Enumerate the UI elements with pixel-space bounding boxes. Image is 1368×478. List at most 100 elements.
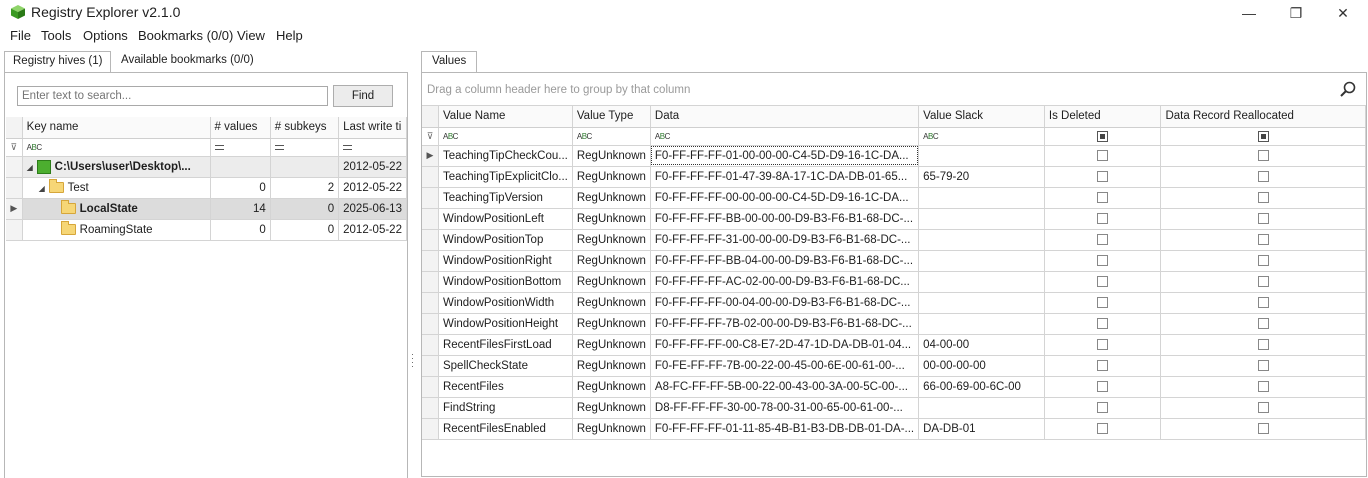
value-name-cell[interactable]: TeachingTipVersion bbox=[438, 187, 573, 209]
column-values[interactable]: # values bbox=[210, 117, 271, 139]
column-value-type[interactable]: Value Type bbox=[572, 106, 651, 128]
is-deleted-checkbox[interactable] bbox=[1097, 212, 1109, 224]
value-row[interactable]: TeachingTipVersion RegUnknown F0-FF-FF-FF-… bbox=[422, 187, 1366, 209]
value-slack-cell[interactable] bbox=[918, 208, 1045, 230]
data-cell[interactable]: F0-FF-FF-FF-01-47-39-8A-17-1C-DA-DB-01-6… bbox=[650, 166, 920, 188]
value-type-cell[interactable]: RegUnknown bbox=[572, 166, 651, 188]
tab-registry-hives[interactable]: Registry hives (1) bbox=[4, 51, 112, 72]
is-deleted-checkbox[interactable] bbox=[1097, 233, 1109, 245]
value-type-cell[interactable]: RegUnknown bbox=[572, 292, 651, 314]
value-name-cell[interactable]: WindowPositionBottom bbox=[438, 271, 573, 293]
is-deleted-cell[interactable] bbox=[1044, 145, 1162, 167]
value-name-cell[interactable]: WindowPositionWidth bbox=[438, 292, 573, 314]
search-icon[interactable] bbox=[1340, 81, 1356, 97]
value-slack-cell[interactable] bbox=[918, 271, 1045, 293]
data-record-reallocated-cell[interactable] bbox=[1160, 166, 1366, 188]
value-row[interactable]: TeachingTipExplicitClo... RegUnknown F0-FF… bbox=[422, 166, 1366, 188]
data-record-reallocated-cell[interactable] bbox=[1160, 376, 1366, 398]
data-cell[interactable]: F0-FF-FF-FF-31-00-00-00-D9-B3-F6-B1-68-D… bbox=[650, 229, 920, 251]
data-record-reallocated-cell[interactable] bbox=[1160, 271, 1366, 293]
value-type-cell[interactable]: RegUnknown bbox=[572, 376, 651, 398]
data-record-reallocated-cell[interactable] bbox=[1160, 355, 1366, 377]
filter-values[interactable] bbox=[210, 138, 271, 157]
find-button[interactable]: Find bbox=[333, 85, 393, 107]
panel-splitter-handle[interactable]: · · · · bbox=[411, 350, 415, 371]
value-name-cell[interactable]: TeachingTipExplicitClo... bbox=[438, 166, 573, 188]
column-data[interactable]: Data bbox=[650, 106, 920, 128]
value-type-cell[interactable]: RegUnknown bbox=[572, 145, 651, 167]
filter-last-write[interactable] bbox=[338, 138, 407, 157]
is-deleted-cell[interactable] bbox=[1044, 334, 1162, 356]
value-slack-cell[interactable]: DA-DB-01 bbox=[918, 418, 1045, 440]
data-cell[interactable]: F0-FF-FF-FF-01-00-00-00-C4-5D-D9-16-1C-D… bbox=[650, 145, 920, 167]
is-deleted-cell[interactable] bbox=[1044, 187, 1162, 209]
is-deleted-cell[interactable] bbox=[1044, 271, 1162, 293]
value-row[interactable]: RecentFilesEnabled RegUnknown F0-FF-FF-FF-… bbox=[422, 418, 1366, 440]
value-row[interactable]: ▶ TeachingTipCheckCou... RegUnknown F0-FF-F… bbox=[422, 145, 1366, 167]
is-deleted-checkbox[interactable] bbox=[1097, 422, 1109, 434]
data-cell[interactable]: F0-FE-FF-FF-7B-00-22-00-45-00-6E-00-61-0… bbox=[650, 355, 920, 377]
value-row[interactable]: WindowPositionRight RegUnknown F0-FF-FF-FF… bbox=[422, 250, 1366, 272]
tab-available-bookmarks[interactable]: Available bookmarks (0/0) bbox=[113, 51, 262, 72]
column-is-deleted[interactable]: Is Deleted bbox=[1044, 106, 1162, 128]
data-record-reallocated-cell[interactable] bbox=[1160, 334, 1366, 356]
data-cell[interactable]: F0-FF-FF-FF-00-00-00-00-C4-5D-D9-16-1C-D… bbox=[650, 187, 920, 209]
is-deleted-cell[interactable] bbox=[1044, 292, 1162, 314]
value-slack-cell[interactable] bbox=[918, 397, 1045, 419]
is-deleted-cell[interactable] bbox=[1044, 229, 1162, 251]
close-button[interactable]: ✕ bbox=[1320, 0, 1366, 26]
filter-data[interactable]: ABC bbox=[650, 127, 920, 146]
value-type-cell[interactable]: RegUnknown bbox=[572, 313, 651, 335]
value-name-cell[interactable]: RecentFiles bbox=[438, 376, 573, 398]
filter-key-name[interactable]: ABC bbox=[22, 138, 211, 157]
data-cell[interactable]: D8-FF-FF-FF-30-00-78-00-31-00-65-00-61-0… bbox=[650, 397, 920, 419]
filter-is-deleted[interactable] bbox=[1044, 127, 1162, 146]
indeterminate-checkbox[interactable] bbox=[1097, 130, 1109, 142]
group-by-panel[interactable]: Drag a column header here to group by th… bbox=[422, 73, 1366, 106]
menu-help[interactable]: Help bbox=[276, 28, 303, 43]
data-record-reallocated-checkbox[interactable] bbox=[1257, 233, 1269, 245]
column-value-slack[interactable]: Value Slack bbox=[918, 106, 1045, 128]
data-cell[interactable]: F0-FF-FF-FF-00-C8-E7-2D-47-1D-DA-DB-01-0… bbox=[650, 334, 920, 356]
value-type-cell[interactable]: RegUnknown bbox=[572, 397, 651, 419]
is-deleted-checkbox[interactable] bbox=[1097, 338, 1109, 350]
data-record-reallocated-cell[interactable] bbox=[1160, 229, 1366, 251]
is-deleted-cell[interactable] bbox=[1044, 418, 1162, 440]
is-deleted-checkbox[interactable] bbox=[1097, 296, 1109, 308]
value-row[interactable]: FindString RegUnknown D8-FF-FF-FF-30-00-78… bbox=[422, 397, 1366, 419]
value-row[interactable]: WindowPositionLeft RegUnknown F0-FF-FF-FF-… bbox=[422, 208, 1366, 230]
is-deleted-checkbox[interactable] bbox=[1097, 149, 1109, 161]
is-deleted-checkbox[interactable] bbox=[1097, 401, 1109, 413]
data-cell[interactable]: F0-FF-FF-FF-01-11-85-4B-B1-B3-DB-DB-01-D… bbox=[650, 418, 920, 440]
tree-row-test[interactable]: ◢ Test 0 2 2012-05-22 bbox=[6, 177, 407, 199]
is-deleted-cell[interactable] bbox=[1044, 355, 1162, 377]
column-value-name[interactable]: Value Name bbox=[438, 106, 573, 128]
data-record-reallocated-checkbox[interactable] bbox=[1257, 359, 1269, 371]
value-slack-cell[interactable]: 00-00-00-00 bbox=[918, 355, 1045, 377]
data-cell[interactable]: F0-FF-FF-FF-AC-02-00-00-D9-B3-F6-B1-68-D… bbox=[650, 271, 920, 293]
is-deleted-cell[interactable] bbox=[1044, 397, 1162, 419]
column-last-write[interactable]: Last write ti bbox=[338, 117, 407, 139]
filter-value-slack[interactable]: ABC bbox=[918, 127, 1045, 146]
is-deleted-cell[interactable] bbox=[1044, 166, 1162, 188]
value-slack-cell[interactable] bbox=[918, 187, 1045, 209]
value-name-cell[interactable]: TeachingTipCheckCou... bbox=[438, 145, 573, 167]
value-type-cell[interactable]: RegUnknown bbox=[572, 208, 651, 230]
is-deleted-checkbox[interactable] bbox=[1097, 254, 1109, 266]
value-slack-cell[interactable] bbox=[918, 292, 1045, 314]
column-key-name[interactable]: Key name bbox=[22, 117, 211, 139]
data-record-reallocated-cell[interactable] bbox=[1160, 145, 1366, 167]
data-record-reallocated-cell[interactable] bbox=[1160, 187, 1366, 209]
filter-value-type[interactable]: ABC bbox=[572, 127, 651, 146]
value-name-cell[interactable]: SpellCheckState bbox=[438, 355, 573, 377]
data-cell[interactable]: F0-FF-FF-FF-BB-04-00-00-D9-B3-F6-B1-68-D… bbox=[650, 250, 920, 272]
data-cell[interactable]: A8-FC-FF-FF-5B-00-22-00-43-00-3A-00-5C-0… bbox=[650, 376, 920, 398]
menu-tools[interactable]: Tools bbox=[41, 28, 71, 43]
data-record-reallocated-checkbox[interactable] bbox=[1257, 401, 1269, 413]
value-slack-cell[interactable]: 04-00-00 bbox=[918, 334, 1045, 356]
menu-options[interactable]: Options bbox=[83, 28, 128, 43]
value-type-cell[interactable]: RegUnknown bbox=[572, 187, 651, 209]
value-slack-cell[interactable] bbox=[918, 229, 1045, 251]
column-data-record-reallocated[interactable]: Data Record Reallocated bbox=[1160, 106, 1366, 128]
data-record-reallocated-checkbox[interactable] bbox=[1257, 149, 1269, 161]
